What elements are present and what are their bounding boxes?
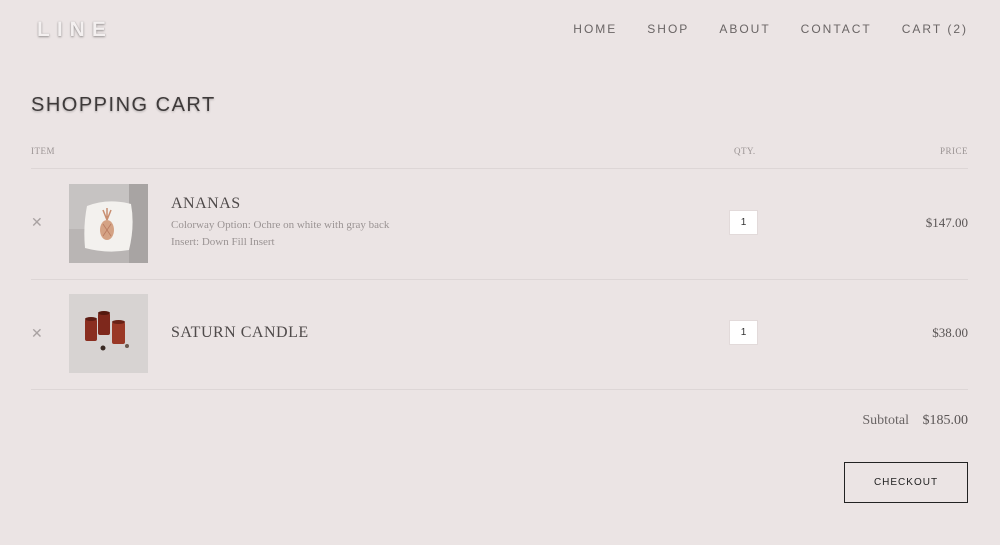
product-name[interactable]: ANANAS [171, 195, 241, 213]
remove-item-button[interactable]: ✕ [31, 326, 43, 342]
site-logo[interactable]: LINE [37, 18, 113, 42]
nav-shop[interactable]: SHOP [647, 22, 689, 36]
product-option: Insert: Down Fill Insert [171, 236, 275, 248]
page-title: SHOPPING CART [31, 94, 216, 116]
quantity-input[interactable] [729, 320, 758, 345]
main-nav: HOME SHOP ABOUT CONTACT CART (2) [573, 22, 968, 36]
quantity-input[interactable] [729, 210, 758, 235]
nav-about[interactable]: ABOUT [719, 22, 770, 36]
column-header-qty: QTY. [734, 146, 756, 156]
nav-cart[interactable]: CART (2) [902, 22, 968, 36]
column-header-item: ITEM [31, 146, 55, 156]
product-option: Colorway Option: Ochre on white with gra… [171, 219, 390, 231]
item-price: $147.00 [925, 215, 968, 230]
close-icon: ✕ [31, 326, 43, 342]
nav-contact[interactable]: CONTACT [801, 22, 872, 36]
remove-item-button[interactable]: ✕ [31, 215, 43, 231]
divider [31, 389, 968, 390]
subtotal-label: Subtotal [862, 413, 909, 428]
product-thumbnail-saturn-candle[interactable] [69, 294, 148, 373]
nav-home[interactable]: HOME [573, 22, 617, 36]
divider [31, 168, 968, 169]
close-icon: ✕ [31, 215, 43, 231]
column-header-price: PRICE [939, 146, 968, 156]
product-name[interactable]: SATURN CANDLE [171, 324, 309, 342]
item-price: $38.00 [932, 325, 968, 340]
divider [31, 279, 968, 280]
pillow-image [69, 184, 148, 263]
checkout-button[interactable]: CHECKOUT [844, 462, 968, 503]
subtotal-value: $185.00 [922, 413, 969, 428]
product-thumbnail-ananas[interactable] [69, 184, 148, 263]
candle-image [69, 294, 148, 373]
